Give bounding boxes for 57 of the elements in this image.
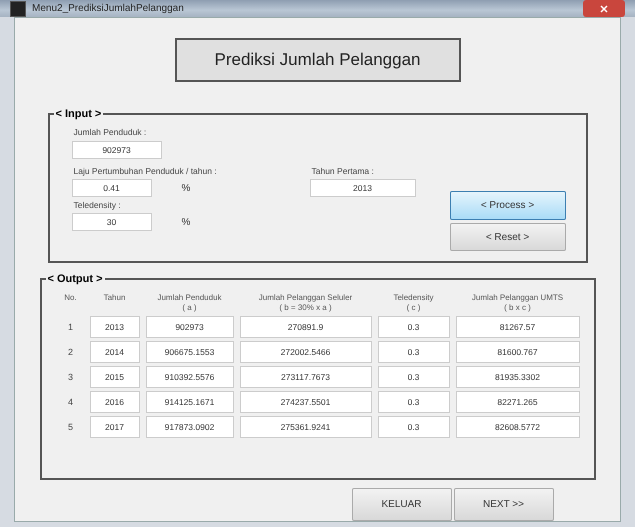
table-cell: 2015 bbox=[90, 366, 140, 388]
row-number: 1 bbox=[66, 321, 74, 334]
column-header: Tahun bbox=[102, 293, 126, 304]
row-number: 3 bbox=[66, 371, 74, 384]
table-cell: 0.3 bbox=[378, 416, 450, 438]
table-cell: 914125.1671 bbox=[146, 391, 234, 413]
table-cell: 2013 bbox=[90, 316, 140, 338]
table-cell: 270891.9 bbox=[240, 316, 372, 338]
table-cell: 0.3 bbox=[378, 316, 450, 338]
close-button[interactable] bbox=[583, 0, 625, 17]
process-button[interactable]: < Process > bbox=[450, 191, 566, 220]
unit-label: % bbox=[182, 182, 190, 194]
column-header: Jumlah Pelanggan UMTS ( b x c ) bbox=[470, 293, 564, 313]
next-button[interactable]: NEXT >> bbox=[454, 488, 554, 521]
column-header: Teledensity ( c ) bbox=[392, 293, 435, 313]
panel-title: < Output > bbox=[46, 273, 104, 285]
heading: Prediksi Jumlah Pelanggan bbox=[174, 38, 460, 82]
table-cell: 82271.265 bbox=[456, 391, 580, 413]
row-number: 2 bbox=[66, 346, 74, 359]
table-cell: 910392.5576 bbox=[146, 366, 234, 388]
table-cell: 906675.1553 bbox=[146, 341, 234, 363]
close-icon bbox=[600, 4, 608, 12]
input-field[interactable]: 902973 bbox=[72, 141, 162, 159]
table-cell: 272002.5466 bbox=[240, 341, 372, 363]
column-header: Jumlah Pelanggan Seluler ( b = 30% x a ) bbox=[258, 293, 354, 313]
table-cell: 2017 bbox=[90, 416, 140, 438]
table-cell: 902973 bbox=[146, 316, 234, 338]
unit-label: % bbox=[182, 216, 190, 228]
field-label: Tahun Pertama : bbox=[312, 166, 375, 176]
table-cell: 274237.5501 bbox=[240, 391, 372, 413]
table-cell: 81267.57 bbox=[456, 316, 580, 338]
app-icon bbox=[10, 0, 26, 16]
input-field[interactable]: 30 bbox=[72, 213, 152, 231]
input-field[interactable]: 0.41 bbox=[72, 179, 152, 197]
field-label: Laju Pertumbuhan Penduduk / tahun : bbox=[74, 166, 218, 176]
column-header: Jumlah Penduduk ( a ) bbox=[156, 293, 223, 313]
input-field[interactable]: 2013 bbox=[310, 179, 416, 197]
table-cell: 0.3 bbox=[378, 341, 450, 363]
window-title: Menu2_PrediksiJumlahPelanggan bbox=[32, 3, 184, 14]
table-cell: 0.3 bbox=[378, 391, 450, 413]
table-cell: 2014 bbox=[90, 341, 140, 363]
table-cell: 275361.9241 bbox=[240, 416, 372, 438]
row-number: 5 bbox=[66, 421, 74, 434]
table-cell: 81935.3302 bbox=[456, 366, 580, 388]
table-cell: 2016 bbox=[90, 391, 140, 413]
row-number: 4 bbox=[66, 396, 74, 409]
table-cell: 917873.0902 bbox=[146, 416, 234, 438]
exit-button[interactable]: KELUAR bbox=[352, 488, 452, 521]
table-cell: 81600.767 bbox=[456, 341, 580, 363]
reset-button[interactable]: < Reset > bbox=[450, 223, 566, 251]
panel-title: < Input > bbox=[54, 108, 102, 120]
column-header: No. bbox=[63, 293, 78, 304]
table-cell: 0.3 bbox=[378, 366, 450, 388]
field-label: Jumlah Penduduk : bbox=[74, 127, 148, 137]
table-cell: 82608.5772 bbox=[456, 416, 580, 438]
table-cell: 273117.7673 bbox=[240, 366, 372, 388]
field-label: Teledensity : bbox=[74, 200, 122, 210]
